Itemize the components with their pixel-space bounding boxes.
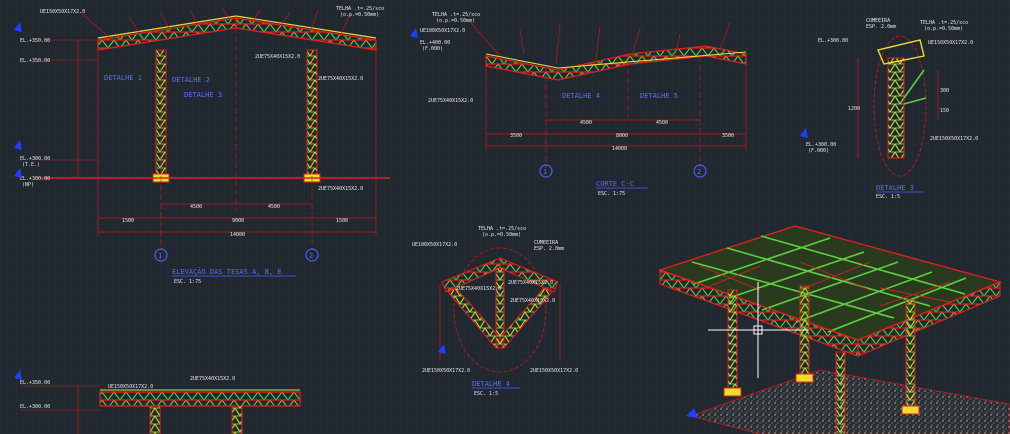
drawing-scale: ESC. 1:5 <box>876 194 900 200</box>
member-label: UE150X50X17X2.0 <box>40 9 85 15</box>
drawing-scale: ESC. 1:5 <box>474 391 498 397</box>
level-tag: (NP) <box>22 182 34 188</box>
dim-text: 3500 <box>510 133 522 139</box>
roof-sheet-thickness: (o.p.=0.50mm) <box>340 12 379 18</box>
drawing-scale: ESC. 1:75 <box>598 191 625 197</box>
section-tag[interactable]: DETALHE 2 <box>172 76 210 84</box>
member-label: 2UE75X40X15X2.0 <box>318 186 363 192</box>
vertical-member <box>495 267 505 349</box>
cumeeira-thickness: ESP. 2.0mm <box>866 24 896 30</box>
member-label: UE150X50X17X2.0 <box>108 384 153 390</box>
level-label: EL.+300.00 <box>818 38 848 44</box>
dim-text: 4500 <box>580 120 592 126</box>
drawing-title[interactable]: DETALHE 4 <box>472 380 510 388</box>
section-tag[interactable]: DETALHE 5 <box>640 92 678 100</box>
member-label: UE100X50X17X2.0 <box>420 28 465 34</box>
drawing-title[interactable]: ELEVAÇÃO DAS TESAS A, B, E <box>172 267 282 276</box>
roof-sheet-thickness: (o.p.=0.50mm) <box>482 232 521 238</box>
dim-text: 4500 <box>268 204 280 210</box>
dim-text: 3500 <box>722 133 734 139</box>
dim-text: 1500 <box>336 218 348 224</box>
section-tag[interactable]: DETALHE 1 <box>104 74 142 82</box>
member-label: 2UE150X50X17X2.0 <box>530 368 578 374</box>
iso-column <box>835 351 846 434</box>
level-label: EL.+350.00 <box>20 380 50 386</box>
level-tag: (F.000) <box>422 46 443 52</box>
member-label: 2UE75X40X15X2.0 <box>255 54 300 60</box>
iso-column-base <box>795 373 814 383</box>
axis-marker-label: 1 <box>543 168 547 176</box>
member-label: 2UE75X40X15X2.0 <box>456 286 501 292</box>
dim-text: 9000 <box>232 218 244 224</box>
dim-text: 1200 <box>848 106 860 112</box>
dim-text: 8000 <box>616 133 628 139</box>
roof-truss <box>99 391 301 407</box>
drawing-scale: ESC. 1:75 <box>174 279 201 285</box>
iso-column-base <box>723 387 742 397</box>
level-tag: (F.000) <box>808 148 829 154</box>
iso-column <box>799 285 810 379</box>
column-stub <box>231 405 243 434</box>
iso-column <box>905 299 916 411</box>
drawing-title[interactable]: CORTE C-C <box>596 180 634 188</box>
roof-sheet-thickness: (o.p.=0.50mm) <box>924 26 963 32</box>
member-label: 2UE75X40X15X2.0 <box>318 76 363 82</box>
member-label: 2UE75X40X15X2.0 <box>510 298 555 304</box>
iso-column <box>727 289 738 393</box>
section-tag[interactable]: DETALHE 4 <box>562 92 600 100</box>
level-label: EL.+350.00 <box>20 38 50 44</box>
level-label: EL.+350.00 <box>20 58 50 64</box>
level-label: EL.+300.00 <box>20 404 50 410</box>
member-label: 2UE75X40X15X2.0 <box>190 376 235 382</box>
dim-text: 14000 <box>612 146 627 152</box>
drawing-title[interactable]: DETALHE 3 <box>876 184 914 192</box>
dim-text: 14000 <box>230 232 245 238</box>
dim-text: 4500 <box>190 204 202 210</box>
cumeeira-thickness: ESP. 2.0mm <box>534 246 564 252</box>
axis-marker-label: 2 <box>697 168 701 176</box>
member-label: UE100X50X17X2.0 <box>412 242 457 248</box>
column-stub <box>149 405 161 434</box>
member-label: UE150X50X17X2.0 <box>928 40 973 46</box>
level-tag: (T.E.) <box>22 162 40 168</box>
section-tag[interactable]: DETALHE 3 <box>184 91 222 99</box>
dim-text: 1500 <box>122 218 134 224</box>
axis-marker-label: 1 <box>158 252 162 260</box>
axis-marker-label: 2 <box>309 252 313 260</box>
member-label: 2UE75X40X15X2.0 <box>508 280 553 286</box>
dim-text: 150 <box>940 108 949 114</box>
roof-sheet-thickness: (o.p.=0.50mm) <box>436 18 475 24</box>
member-label: 2UE75X40X15X2.0 <box>428 98 473 104</box>
member-label: 2UE150X50X17X2.0 <box>422 368 470 374</box>
dim-text: 4500 <box>656 120 668 126</box>
iso-column-base <box>901 405 920 415</box>
dim-text: 300 <box>940 88 949 94</box>
column-section <box>887 57 905 159</box>
member-label: 2UE150X50X17X2.0 <box>930 136 978 142</box>
cad-drawing-canvas[interactable]: UE150X50X17X2.0 TELHA .t=.25/sco (o.p.=0… <box>0 0 1010 434</box>
